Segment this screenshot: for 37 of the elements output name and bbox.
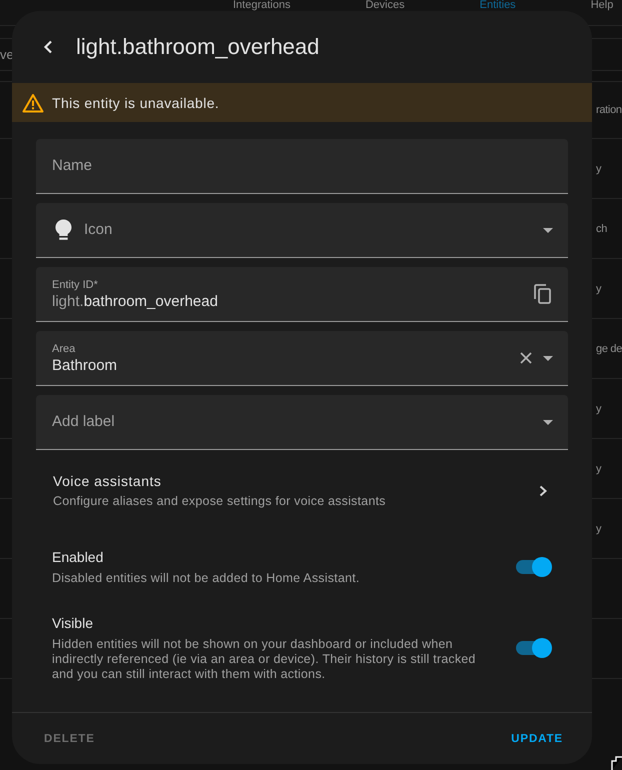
entity-id-field[interactable]: Entity ID* light.bathroom_overhead bbox=[36, 267, 568, 322]
tab[interactable]: Entities bbox=[480, 0, 516, 11]
lightbulb-icon bbox=[55, 219, 72, 241]
caret-icon[interactable] bbox=[543, 420, 553, 424]
toggle-title: Enabled bbox=[52, 548, 104, 567]
voice-assistants-item[interactable]: Voice assistants Configure aliases and expose settings for voice assistants bbox=[36, 459, 568, 522]
icon-picker-field[interactable]: Icon bbox=[36, 203, 568, 258]
tab[interactable]: Integrations bbox=[233, 0, 290, 11]
table-cell: y bbox=[596, 462, 602, 474]
column-header: ration bbox=[596, 104, 622, 116]
tab[interactable]: Devices bbox=[365, 0, 405, 11]
copy-icon[interactable] bbox=[534, 284, 551, 304]
toggle-description: Disabled entities will not be added to Home Assistant. bbox=[52, 571, 360, 586]
table-cell: ch bbox=[596, 222, 608, 234]
table-cell: y bbox=[596, 522, 602, 534]
toggle-switch[interactable] bbox=[516, 556, 552, 576]
dialog-title: light.bathroom_overhead bbox=[76, 34, 320, 60]
warning-icon bbox=[22, 92, 44, 112]
table-cell: y bbox=[596, 402, 602, 414]
label-dropdown[interactable]: Add label bbox=[36, 395, 568, 450]
name-field[interactable]: Name bbox=[36, 139, 568, 194]
area-dropdown[interactable]: Area Bathroom bbox=[36, 331, 568, 386]
cursor-icon bbox=[611, 756, 622, 770]
chevron-right-icon bbox=[539, 484, 547, 496]
table-cell: ge de bbox=[596, 342, 622, 354]
close-icon[interactable] bbox=[520, 352, 532, 364]
back-icon[interactable] bbox=[43, 40, 53, 54]
tab[interactable]: Help bbox=[590, 0, 614, 11]
toggle-switch[interactable] bbox=[516, 638, 552, 658]
toggle-description: Hidden entities will not be shown on your dashboard or included when indirectly referenced (ie via an area or device). Their history is still tracked and you can still interact with them with actions. bbox=[52, 637, 477, 682]
toggle-title: Visible bbox=[52, 614, 94, 633]
caret-icon[interactable] bbox=[543, 228, 553, 232]
warning-text: This entity is unavailable. bbox=[52, 94, 220, 110]
update-button[interactable]: UPDATE bbox=[503, 724, 571, 752]
caret-icon[interactable] bbox=[543, 356, 553, 360]
table-cell: y bbox=[596, 282, 602, 294]
table-cell: y bbox=[596, 162, 602, 174]
